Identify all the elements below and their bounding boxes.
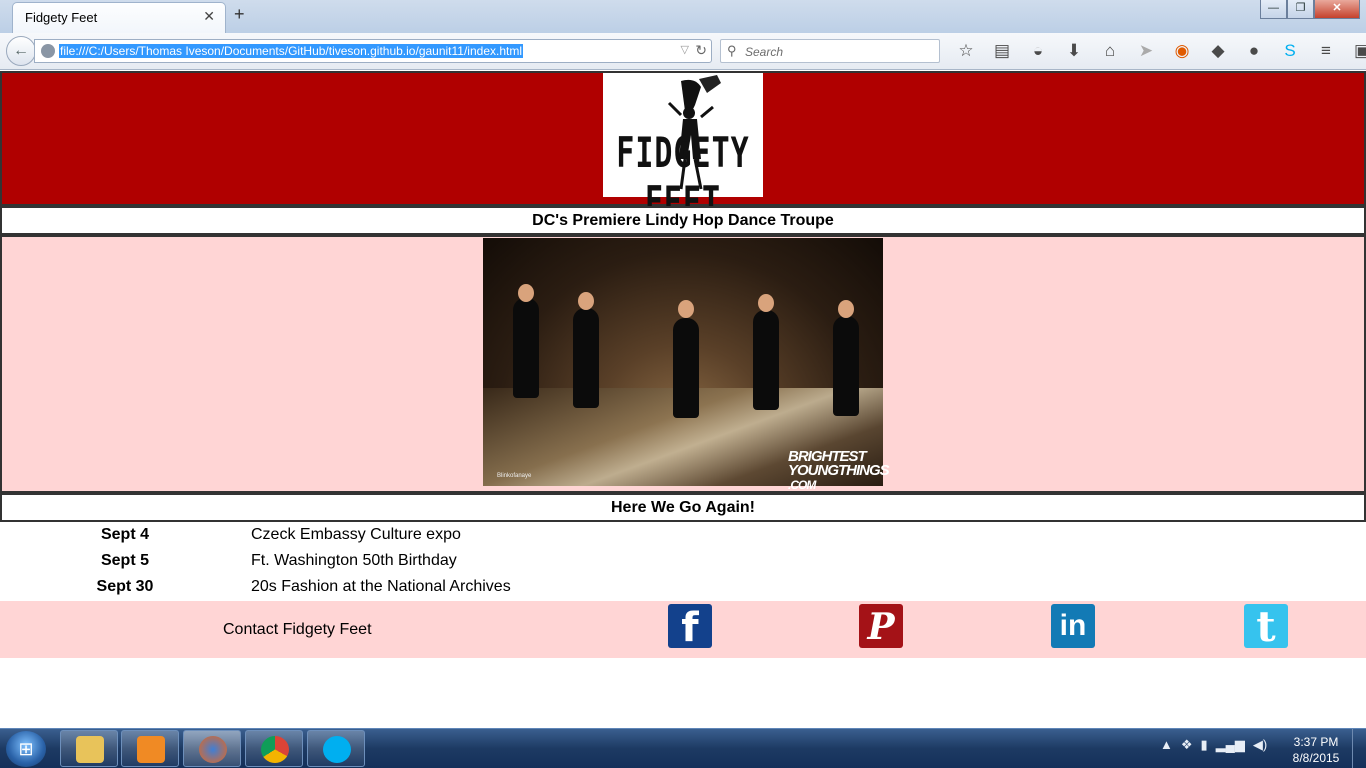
troupe-photo: Blinkofanaye BRIGHTEST YOUNGTHINGS .COM <box>483 238 890 492</box>
volume-icon[interactable]: ◀) <box>1253 737 1267 753</box>
fidgety-feet-logo: FIDGETY FEET <box>603 73 763 227</box>
url-text[interactable]: file:///C:/Users/Thomas Iveson/Documents… <box>59 44 523 58</box>
taskbar-firefox[interactable] <box>183 730 241 767</box>
search-icon: ⚲ <box>727 43 737 58</box>
extension-icon[interactable]: ▣ <box>1344 40 1366 62</box>
event-name: Ft. Washington 50th Birthday <box>251 552 457 569</box>
tab-close-icon[interactable]: ✕ <box>203 8 215 25</box>
taskbar-clock[interactable]: 3:37 PM 8/8/2015 <box>1290 734 1342 766</box>
bookmark-star-icon[interactable]: ☆ <box>948 40 984 62</box>
new-tab-button[interactable]: + <box>234 4 245 25</box>
photo-dancer <box>673 318 699 418</box>
pinterest-icon[interactable]: P <box>859 604 903 648</box>
web-page: FIDGETY FEET DC's Premiere Lindy Hop Dan… <box>0 71 1366 728</box>
skype-icon <box>323 736 351 763</box>
taskbar-skype[interactable] <box>307 730 365 767</box>
chrome-icon <box>261 736 289 763</box>
taskbar-media-player[interactable] <box>121 730 179 767</box>
twitter-icon[interactable]: t <box>1244 604 1288 650</box>
send-icon[interactable]: ➤ <box>1128 40 1164 62</box>
system-tray: ▲ ❖ ▮ ▂▄▆ ◀) <box>1160 737 1267 753</box>
photo-watermark: BRIGHTEST YOUNGTHINGS .COM <box>788 449 890 492</box>
site-header: FIDGETY FEET <box>0 71 1366 227</box>
events-list: Sept 4 Czeck Embassy Culture expo Sept 5… <box>0 523 1366 601</box>
restore-button[interactable]: ❐ <box>1287 0 1314 19</box>
toolbar-icons: ☆ ▤ ◒ ⬇ ⌂ ➤ ◉ ◆ ● S ≡ ▣ <box>948 40 1366 62</box>
close-window-button[interactable]: ✕ <box>1314 0 1360 19</box>
event-date: Sept 30 <box>96 578 154 595</box>
share-icon[interactable]: ◆ <box>1200 40 1236 62</box>
event-date: Sept 4 <box>100 526 149 543</box>
photo-dancer <box>573 308 599 408</box>
firefox-icon <box>199 736 227 763</box>
file-explorer-icon <box>76 736 104 763</box>
tab-fidgety-feet[interactable]: Fidgety Feet ✕ <box>12 2 226 33</box>
browser-titlebar: Fidgety Feet ✕ + — ❐ ✕ <box>0 0 1366 33</box>
window-controls: — ❐ ✕ <box>1260 0 1360 19</box>
photo-dancer <box>753 310 779 410</box>
tab-title: Fidgety Feet <box>25 10 98 25</box>
watermark-bottom: .COM <box>788 478 816 492</box>
event-name: Czeck Embassy Culture expo <box>251 526 461 543</box>
photo-credit: Blinkofanaye <box>497 473 532 479</box>
addon-icon[interactable]: ◉ <box>1164 40 1200 62</box>
navigation-toolbar: ← file:///C:/Users/Thomas Iveson/Documen… <box>0 33 1366 70</box>
menu-icon[interactable]: ≡ <box>1308 40 1344 62</box>
clock-date: 8/8/2015 <box>1292 751 1340 765</box>
hero-section: Blinkofanaye BRIGHTEST YOUNGTHINGS .COM <box>0 235 1366 493</box>
facebook-icon[interactable]: f <box>668 604 712 651</box>
photo-dancer-head <box>838 300 854 318</box>
event-row: Sept 4 Czeck Embassy Culture expo <box>0 523 1366 549</box>
site-identity-icon[interactable] <box>41 44 55 58</box>
photo-dancer-head <box>758 294 774 312</box>
show-hidden-icons[interactable]: ▲ <box>1160 737 1173 753</box>
event-row: Sept 30 20s Fashion at the National Arch… <box>0 575 1366 601</box>
minimize-button[interactable]: — <box>1260 0 1287 19</box>
chat-icon[interactable]: ● <box>1236 40 1272 62</box>
linkedin-icon[interactable]: in <box>1051 604 1095 648</box>
dropbox-icon[interactable]: ❖ <box>1181 737 1193 753</box>
photo-dancer <box>833 316 859 416</box>
show-desktop-button[interactable] <box>1352 729 1366 768</box>
start-button[interactable]: ⊞ <box>6 731 46 767</box>
download-icon[interactable]: ⬇ <box>1056 40 1092 62</box>
taskbar-chrome[interactable] <box>245 730 303 767</box>
taskbar-file-explorer[interactable] <box>60 730 118 767</box>
back-button[interactable]: ← <box>6 36 36 66</box>
site-footer: Contact Fidgety Feet f P in t <box>0 601 1366 658</box>
url-bar[interactable]: file:///C:/Users/Thomas Iveson/Documents… <box>34 39 712 63</box>
contact-link[interactable]: Contact Fidgety Feet <box>223 621 372 639</box>
clock-time: 3:37 PM <box>1293 735 1339 749</box>
reload-icon[interactable]: ↻ <box>695 42 707 59</box>
search-placeholder: Search <box>745 45 784 59</box>
watermark-mid: YOUNGTHINGS <box>788 462 890 479</box>
network-icon[interactable]: ▂▄▆ <box>1216 737 1245 753</box>
pocket-icon[interactable]: ◒ <box>1020 40 1056 62</box>
skype-icon[interactable]: S <box>1272 40 1308 62</box>
history-dropdown-icon[interactable]: ▽ <box>681 43 689 56</box>
event-row: Sept 5 Ft. Washington 50th Birthday <box>0 549 1366 575</box>
windows-taskbar: ⊞ ▲ ❖ ▮ ▂▄▆ ◀) 3:37 PM 8/8/2015 <box>0 728 1366 768</box>
reading-list-icon[interactable]: ▤ <box>984 40 1020 62</box>
search-input[interactable]: ⚲ Search <box>720 39 940 63</box>
photo-dancer-head <box>578 292 594 310</box>
photo-dancer-head <box>678 300 694 318</box>
event-name: 20s Fashion at the National Archives <box>251 578 511 595</box>
section-heading: Here We Go Again! <box>0 493 1366 522</box>
tagline: DC's Premiere Lindy Hop Dance Troupe <box>0 206 1366 235</box>
home-icon[interactable]: ⌂ <box>1092 40 1128 62</box>
event-date: Sept 5 <box>100 552 149 569</box>
media-player-icon <box>137 736 165 763</box>
photo-dancer <box>513 298 539 398</box>
device-icon[interactable]: ▮ <box>1201 737 1208 753</box>
photo-dancer-head <box>518 284 534 302</box>
